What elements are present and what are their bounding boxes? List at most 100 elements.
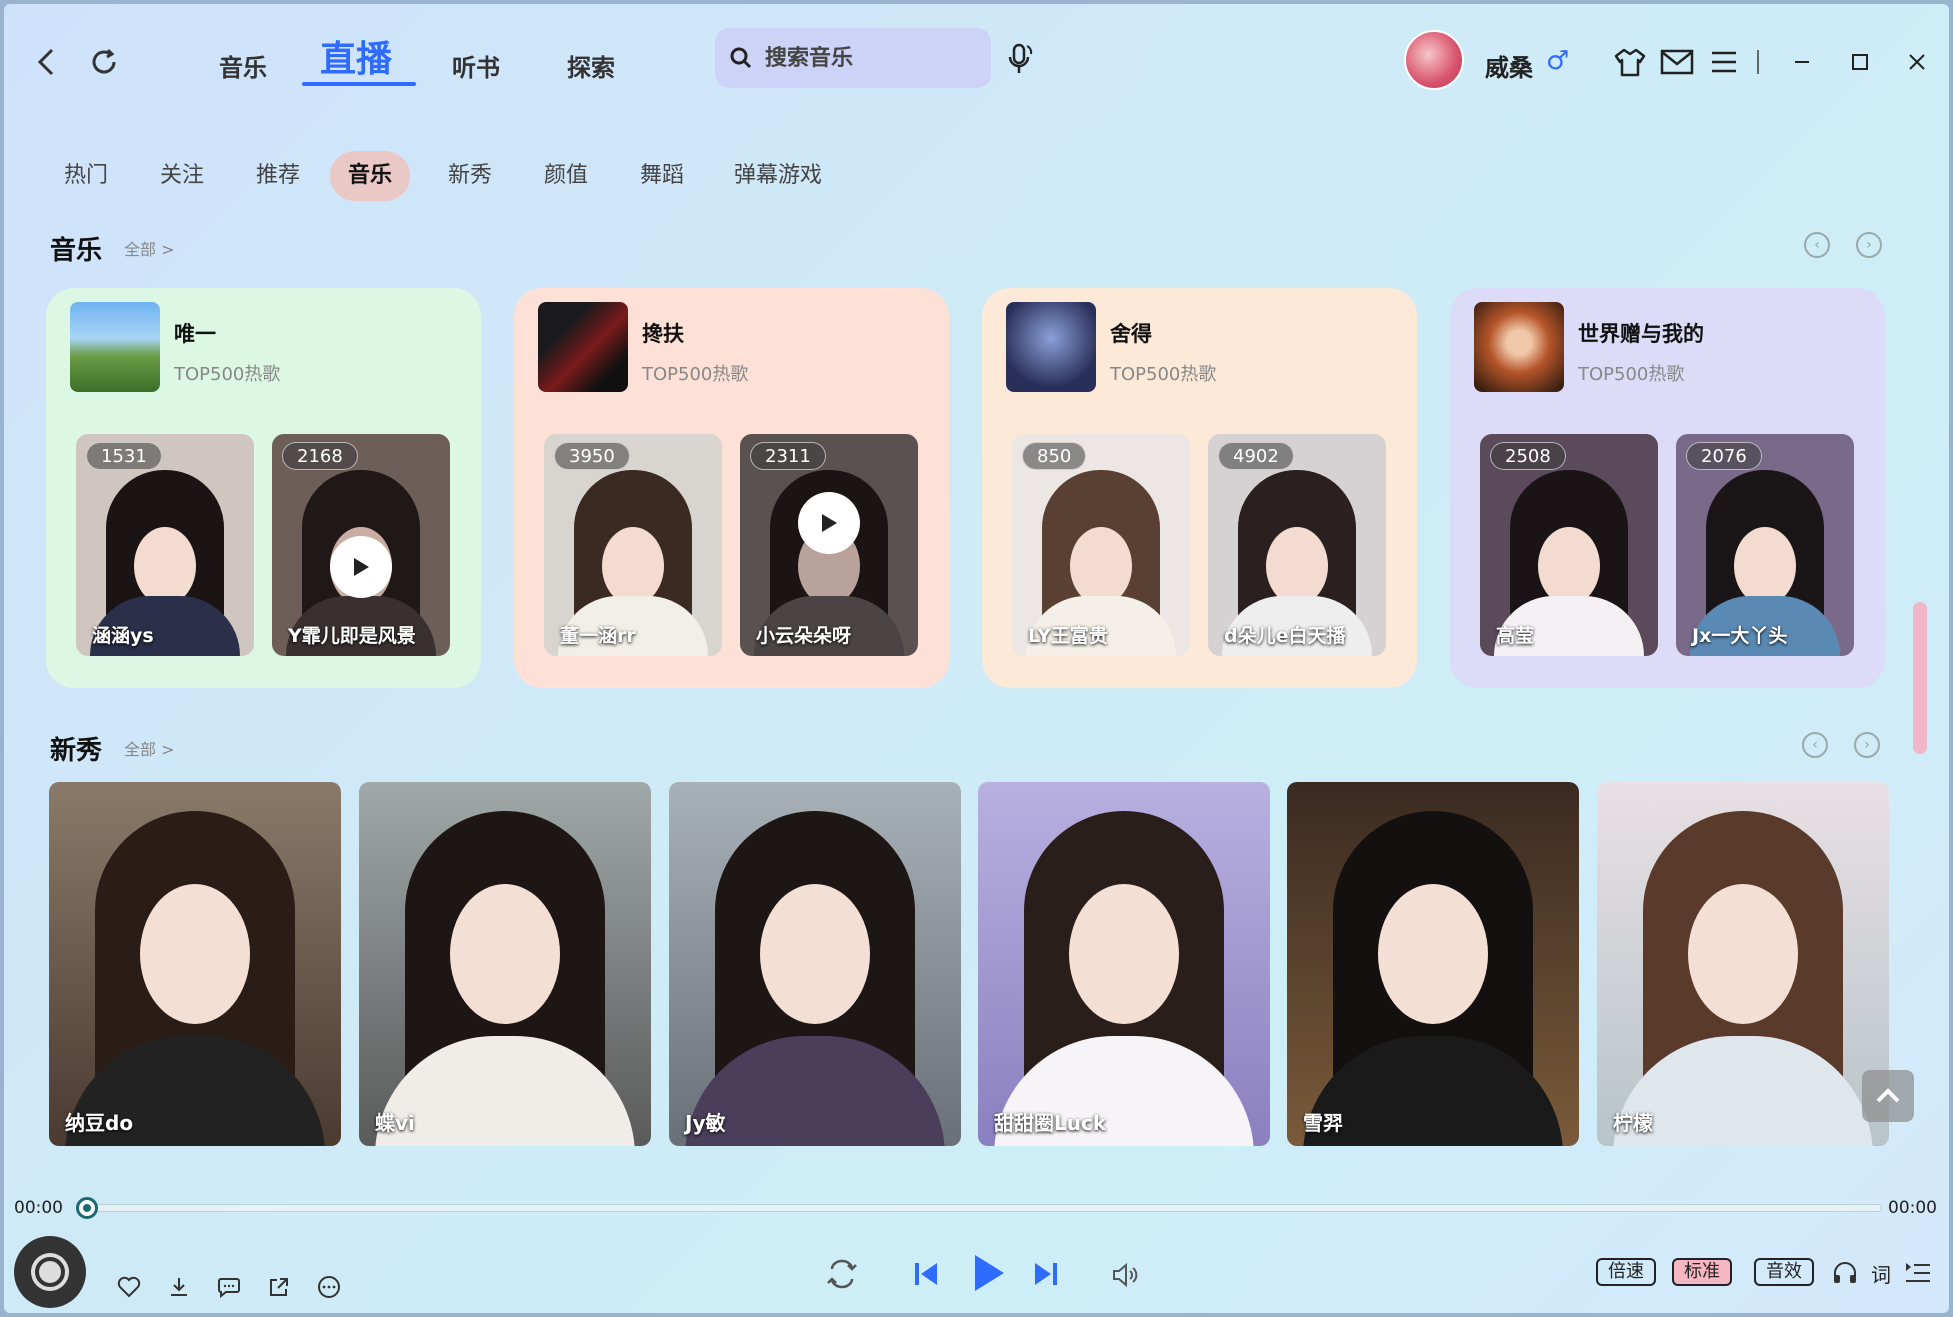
sound-effect-button[interactable]: 音效	[1754, 1258, 1814, 1286]
back-to-top-button[interactable]	[1862, 1070, 1914, 1122]
newcomer-card[interactable]: 柠檬	[1597, 782, 1889, 1146]
next-track-icon[interactable]	[1028, 1256, 1064, 1292]
category-music[interactable]: 音乐	[330, 151, 411, 201]
gender-icon: ♂	[1546, 46, 1570, 76]
song-cover	[1006, 302, 1096, 392]
voice-search-icon[interactable]	[1000, 40, 1040, 80]
stream-thumb[interactable]: 2168 Y霏儿即是风景	[272, 434, 450, 656]
music-card[interactable]: 舍得 TOP500热歌 850 LY王富贵 4902 d朵儿e白天播	[982, 288, 1417, 688]
stream-thumb[interactable]: 4902 d朵儿e白天播	[1208, 434, 1386, 656]
stream-thumb[interactable]: 2508 高莹	[1480, 434, 1658, 656]
play-icon[interactable]	[330, 536, 392, 599]
avatar[interactable]	[1404, 30, 1464, 90]
streamer-name: Y霏儿即是风景	[288, 625, 416, 647]
new-next-icon[interactable]: ›	[1854, 732, 1880, 758]
more-icon[interactable]	[314, 1272, 344, 1302]
newcomer-card[interactable]: 蝶vi	[359, 782, 651, 1146]
new-see-all-link[interactable]: 全部 >	[124, 736, 175, 760]
previous-track-icon[interactable]	[908, 1256, 944, 1292]
app-window: 音乐 直播 听书 探索 威桑 ♂	[4, 4, 1949, 1313]
song-title: 舍得	[1110, 322, 1152, 346]
song-title: 搀扶	[642, 322, 684, 346]
category-hot[interactable]: 热门	[46, 151, 126, 201]
newcomer-card[interactable]: 甜甜圈Luck	[978, 782, 1270, 1146]
newcomer-card[interactable]: Jy敏	[669, 782, 961, 1146]
back-icon[interactable]	[26, 42, 66, 82]
headphones-icon[interactable]	[1830, 1258, 1860, 1288]
newcomer-card[interactable]: 纳豆do	[49, 782, 341, 1146]
download-icon[interactable]	[164, 1272, 194, 1302]
minimize-icon[interactable]	[1784, 44, 1820, 80]
song-title: 世界赠与我的	[1578, 322, 1704, 346]
search-icon	[730, 47, 752, 69]
heart-icon[interactable]	[114, 1272, 144, 1302]
play-icon[interactable]	[798, 491, 860, 554]
music-prev-icon[interactable]: ‹	[1804, 232, 1830, 258]
comment-icon[interactable]	[214, 1272, 244, 1302]
tab-active-indicator	[302, 82, 416, 86]
speed-button[interactable]: 倍速	[1596, 1258, 1656, 1286]
progress-track[interactable]	[86, 1204, 1882, 1212]
category-recommend[interactable]: 推荐	[238, 151, 318, 201]
stream-thumb[interactable]: 1531 涵涵ys	[76, 434, 254, 656]
music-card[interactable]: 世界赠与我的 TOP500热歌 2508 高莹 2076 Jx一大丫头	[1450, 288, 1885, 688]
quality-button[interactable]: 标准	[1672, 1258, 1732, 1286]
stream-thumb[interactable]: 2076 Jx一大丫头	[1676, 434, 1854, 656]
streamer-name: LY王富贵	[1028, 625, 1108, 647]
streamer-name: Jx一大丫头	[1692, 625, 1788, 647]
viewer-count: 2508	[1490, 442, 1566, 470]
music-next-icon[interactable]: ›	[1856, 232, 1882, 258]
streamer-name: 甜甜圈Luck	[994, 1111, 1107, 1135]
viewer-count: 1531	[86, 442, 162, 470]
mail-icon[interactable]	[1659, 44, 1695, 80]
tab-music[interactable]: 音乐	[219, 48, 267, 83]
lyrics-button[interactable]: 词	[1866, 1258, 1896, 1288]
stream-thumb[interactable]: 3950 董一涵rr	[544, 434, 722, 656]
menu-icon[interactable]	[1706, 44, 1742, 80]
newcomer-card[interactable]: 雪羿	[1287, 782, 1579, 1146]
streamer-name: 董一涵rr	[560, 625, 636, 647]
play-pause-icon[interactable]	[964, 1248, 1014, 1298]
close-icon[interactable]	[1899, 44, 1935, 80]
scrollbar-thumb[interactable]	[1913, 602, 1927, 754]
streamer-name: 柠檬	[1613, 1111, 1653, 1135]
divider	[1757, 50, 1759, 74]
streamer-name: d朵儿e白天播	[1224, 625, 1346, 647]
music-see-all-link[interactable]: 全部 >	[124, 236, 175, 260]
music-card[interactable]: 唯一 TOP500热歌 1531 涵涵ys 2168 Y霏儿即是风景	[46, 288, 481, 688]
chevron-up-icon	[1876, 1088, 1900, 1103]
category-newcomer[interactable]: 新秀	[430, 151, 510, 201]
song-cover	[70, 302, 160, 392]
tab-live[interactable]: 直播	[320, 30, 392, 82]
search-box[interactable]	[715, 28, 991, 88]
tab-explore[interactable]: 探索	[567, 48, 615, 83]
repeat-icon[interactable]	[822, 1254, 862, 1294]
new-prev-icon[interactable]: ‹	[1802, 732, 1828, 758]
category-follow[interactable]: 关注	[142, 151, 222, 201]
refresh-icon[interactable]	[84, 42, 124, 82]
streamer-name: 纳豆do	[65, 1111, 134, 1135]
skin-icon[interactable]	[1612, 44, 1648, 80]
music-card[interactable]: 搀扶 TOP500热歌 3950 董一涵rr 2311 小云朵朵呀	[514, 288, 949, 688]
stream-thumb[interactable]: 2311 小云朵朵呀	[740, 434, 918, 656]
category-looks[interactable]: 颜值	[526, 151, 606, 201]
volume-icon[interactable]	[1108, 1258, 1142, 1292]
share-icon[interactable]	[264, 1272, 294, 1302]
stream-thumb[interactable]: 850 LY王富贵	[1012, 434, 1190, 656]
username[interactable]: 威桑	[1485, 48, 1533, 83]
streamer-name: 雪羿	[1303, 1111, 1343, 1135]
song-subtitle: TOP500热歌	[1110, 364, 1217, 385]
playlist-icon[interactable]	[1902, 1258, 1934, 1288]
title-bar: 音乐 直播 听书 探索 威桑 ♂	[4, 4, 1949, 114]
song-subtitle: TOP500热歌	[174, 364, 281, 385]
streamer-name: Jy敏	[685, 1111, 726, 1135]
now-playing-disc-icon[interactable]	[14, 1236, 86, 1308]
category-danmaku-games[interactable]: 弹幕游戏	[716, 151, 840, 201]
music-section-title: 音乐	[50, 236, 103, 266]
category-dance[interactable]: 舞蹈	[622, 151, 702, 201]
streamer-name: 蝶vi	[375, 1111, 415, 1135]
maximize-icon[interactable]	[1842, 44, 1878, 80]
tab-audiobook[interactable]: 听书	[452, 48, 500, 83]
progress-knob[interactable]	[76, 1197, 98, 1219]
search-input[interactable]	[765, 45, 965, 71]
